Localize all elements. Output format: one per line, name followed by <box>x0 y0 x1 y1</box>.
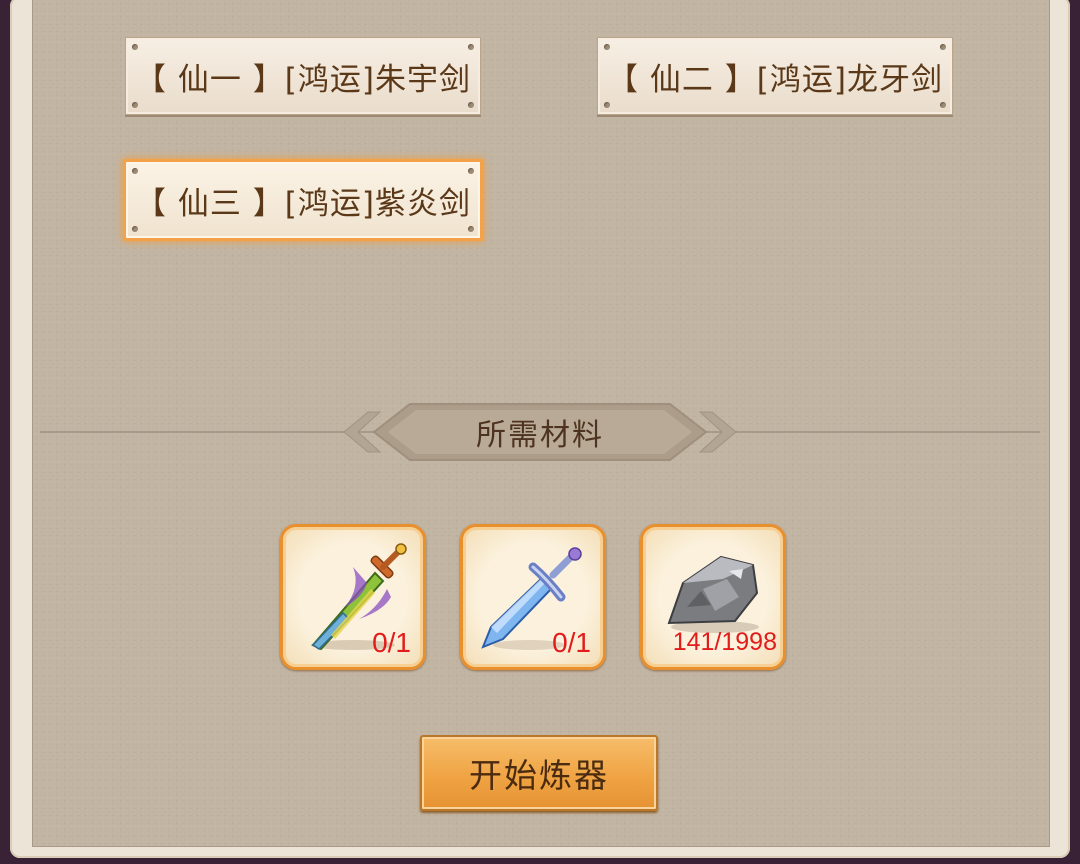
recipe-label: 【 仙二 】[鸿运]龙牙剑 <box>607 61 943 98</box>
rivet-decor <box>132 44 138 50</box>
materials-header: 所需材料 <box>340 402 740 462</box>
start-crafting-label: 开始炼器 <box>469 756 609 795</box>
rivet-decor <box>940 44 946 50</box>
material-count: 141/1998 <box>672 628 777 656</box>
material-count: 0/1 <box>372 627 411 658</box>
material-slot-1[interactable]: 0/1 <box>280 524 426 670</box>
material-count: 0/1 <box>552 627 591 658</box>
recipe-button-3-selected[interactable]: 【 仙三 】[鸿运]紫炎剑 <box>123 159 483 241</box>
recipe-button-1[interactable]: 【 仙一 】[鸿运]朱宇剑 <box>125 37 481 115</box>
rivet-decor <box>940 102 946 108</box>
materials-title: 所需材料 <box>476 418 604 453</box>
rivet-decor <box>468 44 474 50</box>
rivet-decor <box>132 102 138 108</box>
recipe-label: 【 仙三 】[鸿运]紫炎剑 <box>135 185 471 222</box>
material-slot-2[interactable]: 0/1 <box>460 524 606 670</box>
rivet-decor <box>604 44 610 50</box>
rivet-decor <box>468 168 474 174</box>
start-crafting-button[interactable]: 开始炼器 <box>420 735 658 811</box>
rivet-decor <box>604 102 610 108</box>
rivet-decor <box>468 102 474 108</box>
rivet-decor <box>132 226 138 232</box>
rivet-decor <box>132 168 138 174</box>
rivet-decor <box>468 226 474 232</box>
material-slot-3[interactable]: 141/1998 <box>640 524 786 670</box>
recipe-label: 【 仙一 】[鸿运]朱宇剑 <box>135 61 471 98</box>
recipe-button-2[interactable]: 【 仙二 】[鸿运]龙牙剑 <box>597 37 953 115</box>
